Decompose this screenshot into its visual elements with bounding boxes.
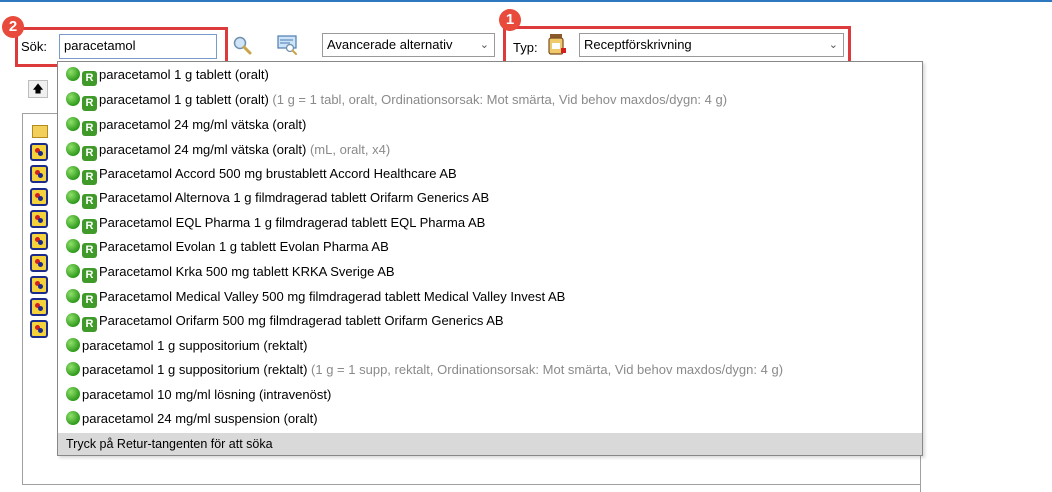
suggestion-item[interactable]: paracetamol 1 g suppositorium (rektalt) xyxy=(66,334,307,358)
prescription-r-icon: R xyxy=(82,243,97,258)
medication-node-icon[interactable] xyxy=(30,232,48,250)
search-suggestions-dropdown: Rparacetamol 1 g tablett (oralt) Rparace… xyxy=(57,61,923,456)
suggestion-item[interactable]: Rparacetamol 1 g tablett (oralt) (1 g = … xyxy=(66,88,727,112)
advanced-options-select[interactable]: Avancerade alternativ ⌄ xyxy=(322,33,495,57)
status-green-icon xyxy=(66,387,80,401)
medication-node-icon[interactable] xyxy=(30,298,48,316)
medication-node-icon[interactable] xyxy=(30,320,48,338)
status-green-icon xyxy=(66,362,80,376)
status-green-icon xyxy=(66,117,80,131)
magnifier-icon[interactable] xyxy=(232,35,254,57)
up-arrow-icon[interactable]: 🡅 xyxy=(28,80,48,98)
status-green-icon xyxy=(66,338,80,352)
medication-node-icon[interactable] xyxy=(30,165,48,183)
suggestion-item[interactable]: R Paracetamol Orifarm 500 mg filmdragerad… xyxy=(66,309,504,333)
status-green-icon xyxy=(66,289,80,303)
chevron-down-icon: ⌄ xyxy=(479,39,489,51)
prescription-r-icon: R xyxy=(82,293,97,308)
suggestion-item[interactable]: R Paracetamol EQL Pharma 1 g filmdragerad… xyxy=(66,211,485,235)
medication-node-icon[interactable] xyxy=(30,188,48,206)
prescription-r-icon: R xyxy=(82,146,97,161)
prescription-r-icon: R xyxy=(82,170,97,185)
prescription-r-icon: R xyxy=(82,268,97,283)
status-green-icon xyxy=(66,92,80,106)
status-green-icon xyxy=(66,190,80,204)
prescription-r-icon: R xyxy=(82,194,97,209)
window-top-border xyxy=(0,0,1052,2)
suggestion-item[interactable]: R Paracetamol Krka 500 mg tablett KRKA Sv… xyxy=(66,260,395,284)
prescription-r-icon: R xyxy=(82,317,97,332)
status-green-icon xyxy=(66,67,80,81)
suggestion-item[interactable]: R Paracetamol Medical Valley 500 mg filmd… xyxy=(66,285,565,309)
dropdown-footer-hint: Tryck på Retur-tangenten för att söka xyxy=(58,433,922,455)
prescription-r-icon: R xyxy=(82,96,97,111)
status-green-icon xyxy=(66,411,80,425)
suggestion-item[interactable]: R Paracetamol Evolan 1 g tablett Evolan P… xyxy=(66,235,389,259)
suggestion-item[interactable]: paracetamol 24 mg/ml suspension (oralt) xyxy=(66,407,318,431)
folder-icon[interactable] xyxy=(32,125,48,138)
callout-badge-1: 1 xyxy=(499,9,521,31)
medication-node-icon[interactable] xyxy=(30,210,48,228)
suggestion-item[interactable]: Rparacetamol 1 g tablett (oralt) xyxy=(66,63,269,87)
status-green-icon xyxy=(66,215,80,229)
suggestion-item[interactable]: paracetamol 1 g suppositorium (rektalt) … xyxy=(66,358,783,382)
suggestion-item[interactable]: Rparacetamol 24 mg/ml vätska (oralt) xyxy=(66,113,306,137)
status-green-icon xyxy=(66,166,80,180)
suggestion-item[interactable]: R Paracetamol Accord 500 mg brustablett A… xyxy=(66,162,457,186)
prescription-r-icon: R xyxy=(82,121,97,136)
status-green-icon xyxy=(66,142,80,156)
status-green-icon xyxy=(66,313,80,327)
prescription-r-icon: R xyxy=(82,71,97,86)
callout-badge-2: 2 xyxy=(2,16,24,38)
suggestion-item[interactable]: paracetamol 10 mg/ml lösning (intravenös… xyxy=(66,383,331,407)
status-green-icon xyxy=(66,264,80,278)
status-green-icon xyxy=(66,239,80,253)
medication-node-icon[interactable] xyxy=(30,254,48,272)
suggestion-item[interactable]: R Paracetamol Alternova 1 g filmdragerad … xyxy=(66,186,489,210)
prescription-r-icon: R xyxy=(82,219,97,234)
medication-node-icon[interactable] xyxy=(30,143,48,161)
suggestion-item[interactable]: Rparacetamol 24 mg/ml vätska (oralt) (mL… xyxy=(66,138,390,162)
search-list-icon[interactable] xyxy=(276,34,300,56)
advanced-options-value: Avancerade alternativ xyxy=(327,37,453,52)
medication-node-icon[interactable] xyxy=(30,276,48,294)
